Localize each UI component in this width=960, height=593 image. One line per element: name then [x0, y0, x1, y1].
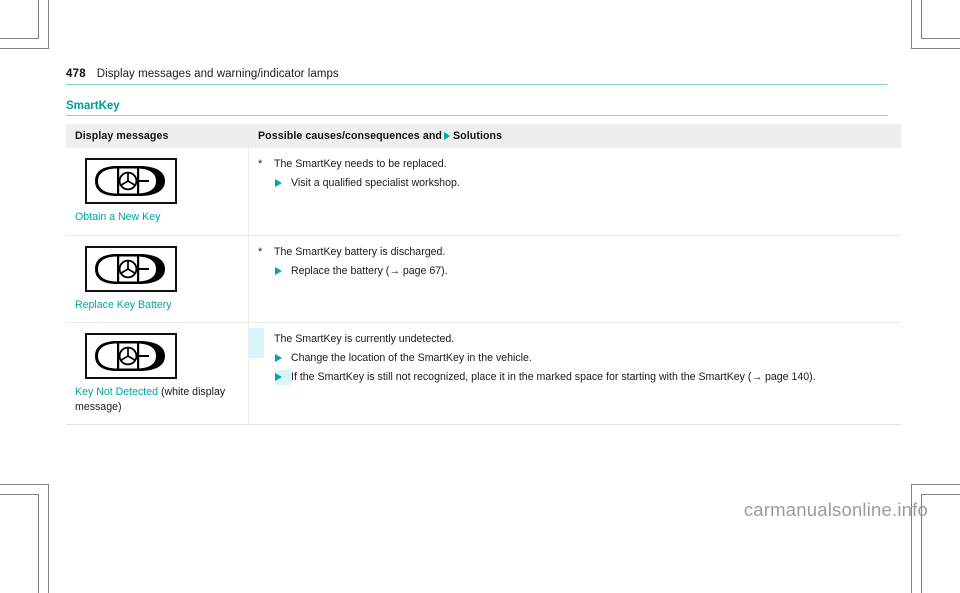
solution-text: Replace the battery (→ page 67). [291, 264, 448, 277]
table-row: Replace Key Battery * The SmartKey batte… [66, 235, 901, 324]
table-body: Obtain a New Key * The SmartKey needs to… [66, 148, 901, 426]
row-causes-cell: * The SmartKey needs to be replaced. Vis… [248, 148, 901, 236]
crop-mark-top-right-inner [921, 0, 960, 39]
solution-triangle-icon [275, 369, 291, 385]
solution-triangle-icon [275, 176, 291, 191]
solution-item: Change the location of the SmartKey in t… [258, 351, 893, 366]
row-causes-cell: * The SmartKey battery is discharged. Re… [248, 235, 901, 324]
solution-triangle-icon [275, 264, 291, 279]
solution-text: If the SmartKey is still not recognized,… [291, 370, 816, 383]
cause-item: * The SmartKey battery is discharged. [258, 245, 893, 261]
solution-highlight-strip [249, 328, 264, 358]
table-header-row: Display messages Possible causes/consequ… [66, 124, 901, 148]
smartkey-fob-icon [85, 245, 177, 292]
crop-mark-top-left-inner [0, 0, 39, 39]
table-head: Display messages Possible causes/consequ… [66, 124, 901, 148]
running-head: 478 Display messages and warning/indicat… [66, 68, 888, 85]
smartkey-fob-icon [85, 158, 177, 204]
section-heading: SmartKey [66, 100, 888, 116]
asterisk-icon: * [258, 158, 263, 170]
message-label: Obtain a New Key [75, 210, 240, 225]
running-head-title: Display messages and warning/indicator l… [96, 68, 339, 80]
message-text: Replace Key Battery [75, 298, 172, 311]
message-label: Replace Key Battery [75, 298, 240, 313]
smartkey-fob-icon [85, 333, 177, 380]
message-text: Obtain a New Key [75, 211, 161, 223]
table-row: Obtain a New Key * The SmartKey needs to… [66, 148, 901, 236]
row-causes-cell: * The SmartKey is currently undetected. … [248, 322, 901, 426]
solution-triangle-icon [275, 351, 291, 366]
display-messages-table: Display messages Possible causes/consequ… [66, 124, 901, 426]
cause-text: The SmartKey needs to be replaced. [274, 158, 447, 170]
site-watermark: carmanualsonline.info [743, 499, 928, 520]
cause-text: The SmartKey battery is discharged. [274, 245, 446, 258]
message-text: Key Not Detected [75, 386, 159, 399]
solution-text: Change the location of the SmartKey in t… [291, 352, 532, 365]
cause-text: The SmartKey is currently undetected. [274, 333, 455, 346]
solution-triangle-icon [443, 131, 450, 140]
row-message-cell: Obtain a New Key [66, 148, 249, 236]
message-label: Key Not Detected (white display message) [75, 385, 240, 414]
crop-mark-bottom-left-inner [0, 494, 39, 593]
solution-item: Visit a qualified specialist workshop. [258, 176, 893, 191]
row-message-cell: Replace Key Battery [66, 235, 249, 324]
column-header-causes-suffix: Solutions [452, 130, 503, 142]
table-row: Key Not Detected (white display message)… [66, 322, 901, 426]
cause-item: * The SmartKey needs to be replaced. [258, 157, 893, 173]
row-message-cell: Key Not Detected (white display message) [66, 322, 249, 426]
solution-item: Replace the battery (→ page 67). [258, 264, 893, 279]
solution-text: Visit a qualified specialist workshop. [291, 176, 460, 189]
page-number: 478 [66, 68, 86, 80]
cause-item: * The SmartKey is currently undetected. [258, 332, 893, 348]
column-header-causes-solutions: Possible causes/consequences and Solution… [248, 124, 901, 148]
column-header-causes-prefix: Possible causes/consequences and [258, 130, 442, 142]
column-header-display-messages: Display messages [66, 124, 249, 148]
solution-item-highlighted: If the SmartKey is still not recognized,… [258, 369, 893, 385]
asterisk-icon: * [258, 245, 263, 258]
